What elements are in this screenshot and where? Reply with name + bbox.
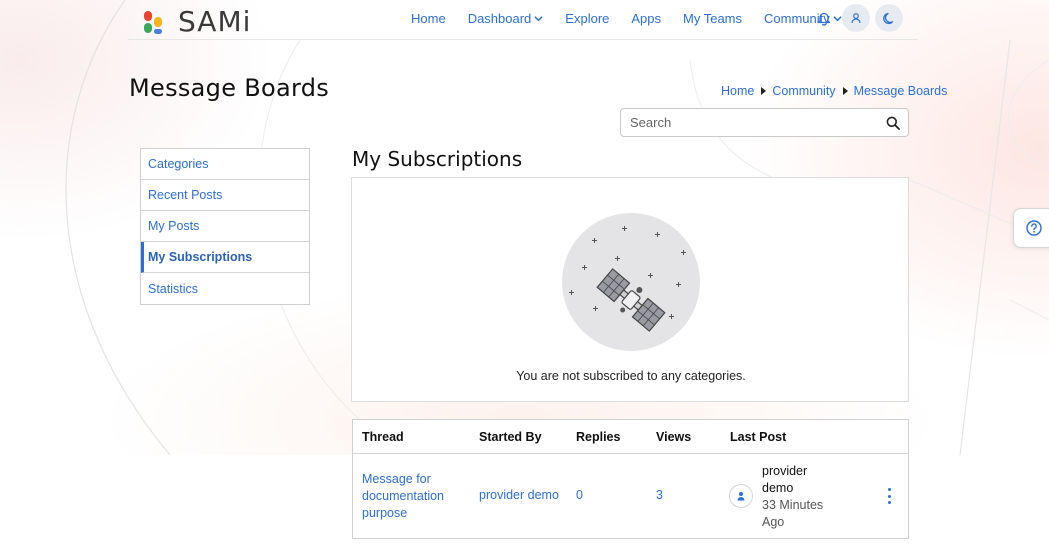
logo-mark-icon (144, 10, 166, 34)
table-header: Thread Started By Replies Views Last Pos… (353, 420, 908, 454)
breadcrumb-community[interactable]: Community (772, 84, 835, 98)
nav-dashboard-label: Dashboard (467, 11, 532, 26)
last-post-author: provider demo (762, 464, 808, 495)
help-button[interactable] (1013, 208, 1049, 248)
main-nav: Home Dashboard Explore Apps My Teams Com… (411, 11, 864, 26)
user-icon (737, 492, 745, 501)
nav-my-teams[interactable]: My Teams (683, 11, 742, 26)
chevron-down-icon (534, 16, 543, 22)
search-box (620, 108, 909, 137)
brand-logo[interactable]: SAMi (144, 5, 251, 38)
nav-dashboard[interactable]: Dashboard (468, 11, 544, 26)
satellite-illustration-icon (562, 213, 700, 351)
threads-table: Thread Started By Replies Views Last Pos… (352, 419, 909, 539)
nav-home-label: Home (411, 11, 446, 26)
nav-explore-label: Explore (565, 11, 610, 26)
avatar[interactable] (729, 484, 753, 508)
nav-home[interactable]: Home (411, 11, 446, 26)
dark-mode-toggle[interactable] (875, 4, 903, 32)
started-by-link[interactable]: provider demo (479, 488, 559, 502)
caret-right-icon (842, 87, 848, 95)
section-title: My Subscriptions (352, 147, 523, 171)
breadcrumb-home[interactable]: Home (721, 84, 754, 98)
breadcrumb-message-boards[interactable]: Message Boards (854, 84, 948, 98)
search-button[interactable] (878, 116, 908, 130)
empty-state-message: You are not subscribed to any categories… (516, 369, 746, 383)
last-post-time: 33 Minutes Ago (762, 498, 824, 529)
moon-icon (882, 12, 893, 24)
sidebar-item-my-posts[interactable]: My Posts (141, 211, 309, 242)
column-header-replies[interactable]: Replies (576, 430, 620, 444)
notifications-button[interactable] (810, 4, 838, 32)
row-actions-kebab-icon[interactable] (884, 488, 894, 504)
top-navbar: SAMi Home Dashboard Explore Apps My Team… (0, 0, 1049, 40)
caret-right-icon (761, 87, 767, 95)
nav-apps-label: Apps (631, 11, 662, 26)
breadcrumb: Home Community Message Boards (721, 84, 947, 98)
nav-apps[interactable]: Apps (631, 11, 661, 26)
views-count[interactable]: 3 (656, 488, 663, 502)
table-row: Message for documentation purpose provid… (353, 454, 908, 540)
sidebar-item-categories[interactable]: Categories (141, 149, 309, 180)
user-menu-button[interactable] (842, 4, 870, 32)
column-header-started-by[interactable]: Started By (479, 430, 542, 444)
replies-count[interactable]: 0 (576, 488, 583, 502)
search-icon (886, 116, 900, 130)
nav-explore[interactable]: Explore (565, 11, 609, 26)
sidebar-item-my-subscriptions[interactable]: My Subscriptions (141, 242, 309, 273)
user-icon (851, 13, 861, 24)
search-input[interactable] (621, 115, 878, 130)
header-divider (128, 39, 918, 40)
nav-my-teams-label: My Teams (683, 11, 743, 26)
sidebar-nav: Categories Recent Posts My Posts My Subs… (140, 148, 310, 305)
column-header-thread[interactable]: Thread (362, 430, 404, 444)
thread-link[interactable]: Message for documentation purpose (362, 471, 457, 522)
help-icon (1025, 220, 1042, 236)
empty-state-card: You are not subscribed to any categories… (351, 177, 909, 402)
page-title: Message Boards (129, 74, 330, 102)
brand-name: SAMi (178, 5, 252, 38)
sidebar-item-recent-posts[interactable]: Recent Posts (141, 180, 309, 211)
column-header-views[interactable]: Views (656, 430, 691, 444)
sidebar-item-statistics[interactable]: Statistics (141, 273, 309, 304)
column-header-last-post[interactable]: Last Post (730, 430, 786, 444)
bell-icon (817, 12, 831, 26)
